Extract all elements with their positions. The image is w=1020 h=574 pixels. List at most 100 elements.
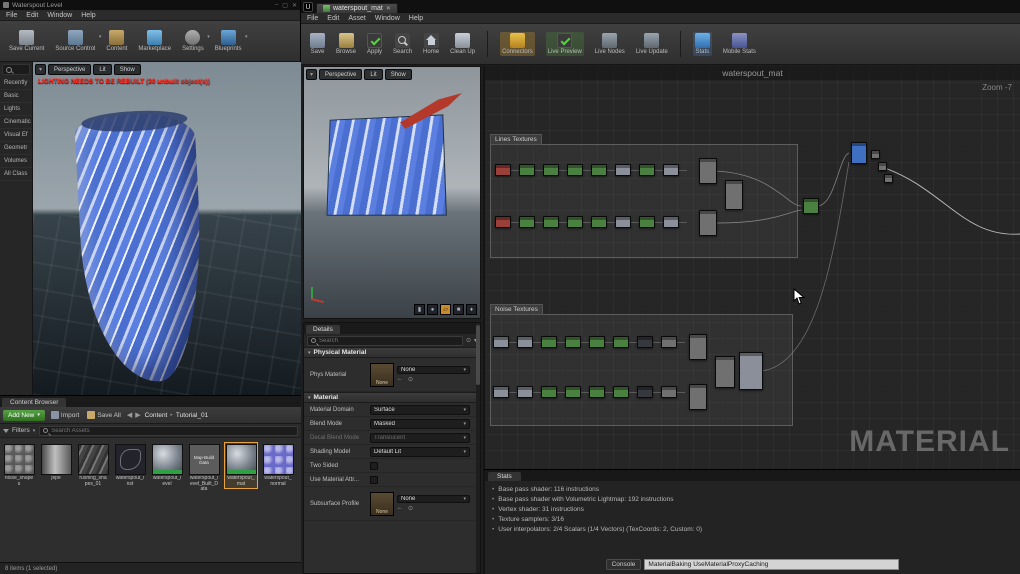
- breadcrumb-folder[interactable]: Tutorial_01: [176, 412, 208, 419]
- import-button[interactable]: Import: [49, 409, 81, 421]
- graph-node[interactable]: [541, 386, 557, 398]
- subsurface-profile-dropdown[interactable]: None▾: [397, 495, 470, 503]
- console-button[interactable]: Console: [606, 559, 642, 570]
- graph-node[interactable]: [699, 210, 717, 236]
- graph-node[interactable]: [517, 336, 533, 348]
- graph-node[interactable]: [637, 336, 653, 348]
- graph-node[interactable]: [613, 386, 629, 398]
- graph-node[interactable]: [661, 336, 677, 348]
- live-update-button[interactable]: Live Update: [636, 33, 668, 55]
- blend-mode-dropdown[interactable]: Masked▾: [370, 419, 470, 429]
- graph-node[interactable]: [493, 386, 509, 398]
- show-button[interactable]: Show: [385, 69, 412, 80]
- browse-button[interactable]: Browse: [336, 33, 356, 55]
- mode-recently[interactable]: Recently: [0, 77, 32, 90]
- plane-shape-button[interactable]: ▱: [440, 304, 451, 315]
- graph-node[interactable]: [589, 336, 605, 348]
- eye-icon[interactable]: ⊙: [466, 337, 471, 344]
- mobile-stats-button[interactable]: Mobile Stats: [723, 33, 756, 55]
- graph-node[interactable]: [519, 164, 535, 176]
- details-search[interactable]: [307, 336, 463, 346]
- mode-volumes[interactable]: Volumes: [0, 155, 32, 168]
- graph-node[interactable]: [739, 352, 763, 390]
- forward-arrow-icon[interactable]: ▶: [135, 411, 140, 419]
- graph-node[interactable]: [884, 174, 893, 183]
- left-titlebar[interactable]: Waterspout Level – ▢ ✕: [0, 0, 300, 10]
- clean-up-button[interactable]: Clean Up: [450, 33, 475, 55]
- graph-node[interactable]: [725, 180, 743, 210]
- asset-noise-shapes[interactable]: noise_shapes: [2, 442, 36, 489]
- material-graph[interactable]: waterspout_mat Zoom -7 Lines TexturesNoi…: [483, 66, 1020, 469]
- minimize-icon[interactable]: –: [275, 2, 278, 9]
- marketplace-button[interactable]: Marketplace: [138, 30, 171, 52]
- comment-box-lines-textures[interactable]: Lines Textures: [490, 144, 798, 258]
- live-preview-button[interactable]: Live Preview: [546, 32, 584, 56]
- save-button[interactable]: Save: [310, 33, 325, 55]
- blueprints-button[interactable]: Blueprints▾: [215, 30, 242, 52]
- apply-button[interactable]: Apply: [367, 33, 382, 55]
- graph-node[interactable]: [639, 164, 655, 176]
- use-material-attr-checkbox[interactable]: [370, 476, 378, 484]
- content-button[interactable]: Content: [106, 30, 127, 52]
- graph-node[interactable]: [715, 356, 735, 388]
- lit-button[interactable]: Lit: [93, 64, 111, 75]
- use-selected-icon[interactable]: ←: [397, 376, 403, 383]
- stats-tab[interactable]: Stats: [488, 472, 521, 481]
- menu-window[interactable]: Window: [47, 12, 72, 19]
- asset-search-input[interactable]: [51, 428, 294, 434]
- phys-material-dropdown[interactable]: None▾: [397, 366, 470, 374]
- graph-node[interactable]: [615, 164, 631, 176]
- mode-geometr[interactable]: Geometr: [0, 142, 32, 155]
- show-button[interactable]: Show: [114, 64, 141, 75]
- graph-node[interactable]: [589, 386, 605, 398]
- details-search-input[interactable]: [319, 338, 459, 344]
- graph-node[interactable]: [851, 142, 867, 164]
- graph-node[interactable]: [591, 216, 607, 228]
- viewport-options-icon[interactable]: ▾: [306, 69, 317, 80]
- graph-node[interactable]: [565, 336, 581, 348]
- two-sided-checkbox[interactable]: [370, 462, 378, 470]
- connectors-button[interactable]: Connectors: [500, 32, 535, 56]
- asset-waterspout-level-built-data[interactable]: Map-Build Datawaterspout_level_Built_Dat…: [187, 442, 221, 495]
- viewport-options-icon[interactable]: ▾: [35, 64, 46, 75]
- home-button[interactable]: Home: [423, 33, 439, 55]
- graph-node[interactable]: [543, 216, 559, 228]
- graph-node[interactable]: [591, 164, 607, 176]
- graph-node[interactable]: [567, 164, 583, 176]
- cylinder-shape-button[interactable]: ▮: [414, 304, 425, 315]
- tab-close-icon[interactable]: ✕: [386, 5, 391, 12]
- shading-model-dropdown[interactable]: Default Lit▾: [370, 447, 470, 457]
- graph-node[interactable]: [637, 386, 653, 398]
- asset-search[interactable]: [39, 426, 298, 436]
- live-nodes-button[interactable]: Live Nodes: [595, 33, 625, 55]
- material-domain-dropdown[interactable]: Surface▾: [370, 405, 470, 415]
- asset-waterspout-inst[interactable]: waterspout_inst: [113, 442, 147, 489]
- back-arrow-icon[interactable]: ◀: [127, 411, 132, 419]
- mode-cinematic[interactable]: Cinematic: [0, 116, 32, 129]
- menu-edit[interactable]: Edit: [327, 15, 339, 22]
- graph-node[interactable]: [663, 164, 679, 176]
- menu-help[interactable]: Help: [81, 12, 95, 19]
- graph-node[interactable]: [495, 216, 511, 228]
- asset-waterspout-mat[interactable]: waterspout_mat: [224, 442, 258, 489]
- search-button[interactable]: Search: [393, 33, 412, 55]
- sphere-shape-button[interactable]: ●: [427, 304, 438, 315]
- graph-node[interactable]: [689, 334, 707, 360]
- content-browser-tab[interactable]: Content Browser: [2, 398, 66, 407]
- mode-visual-ef[interactable]: Visual Ef: [0, 129, 32, 142]
- graph-node[interactable]: [567, 216, 583, 228]
- menu-asset[interactable]: Asset: [348, 15, 366, 22]
- graph-node[interactable]: [639, 216, 655, 228]
- perspective-button[interactable]: Perspective: [319, 69, 362, 80]
- graph-node[interactable]: [543, 164, 559, 176]
- mode-basic[interactable]: Basic: [0, 90, 32, 103]
- graph-node[interactable]: [613, 336, 629, 348]
- stats-button[interactable]: Stats: [693, 32, 712, 56]
- add-new-button[interactable]: Add New▾: [3, 410, 45, 421]
- cube-shape-button[interactable]: ■: [453, 304, 464, 315]
- graph-node[interactable]: [615, 216, 631, 228]
- details-scrollbar[interactable]: [476, 323, 480, 573]
- graph-node[interactable]: [878, 162, 887, 171]
- section-material[interactable]: ▾Material: [304, 392, 480, 403]
- lit-button[interactable]: Lit: [364, 69, 382, 80]
